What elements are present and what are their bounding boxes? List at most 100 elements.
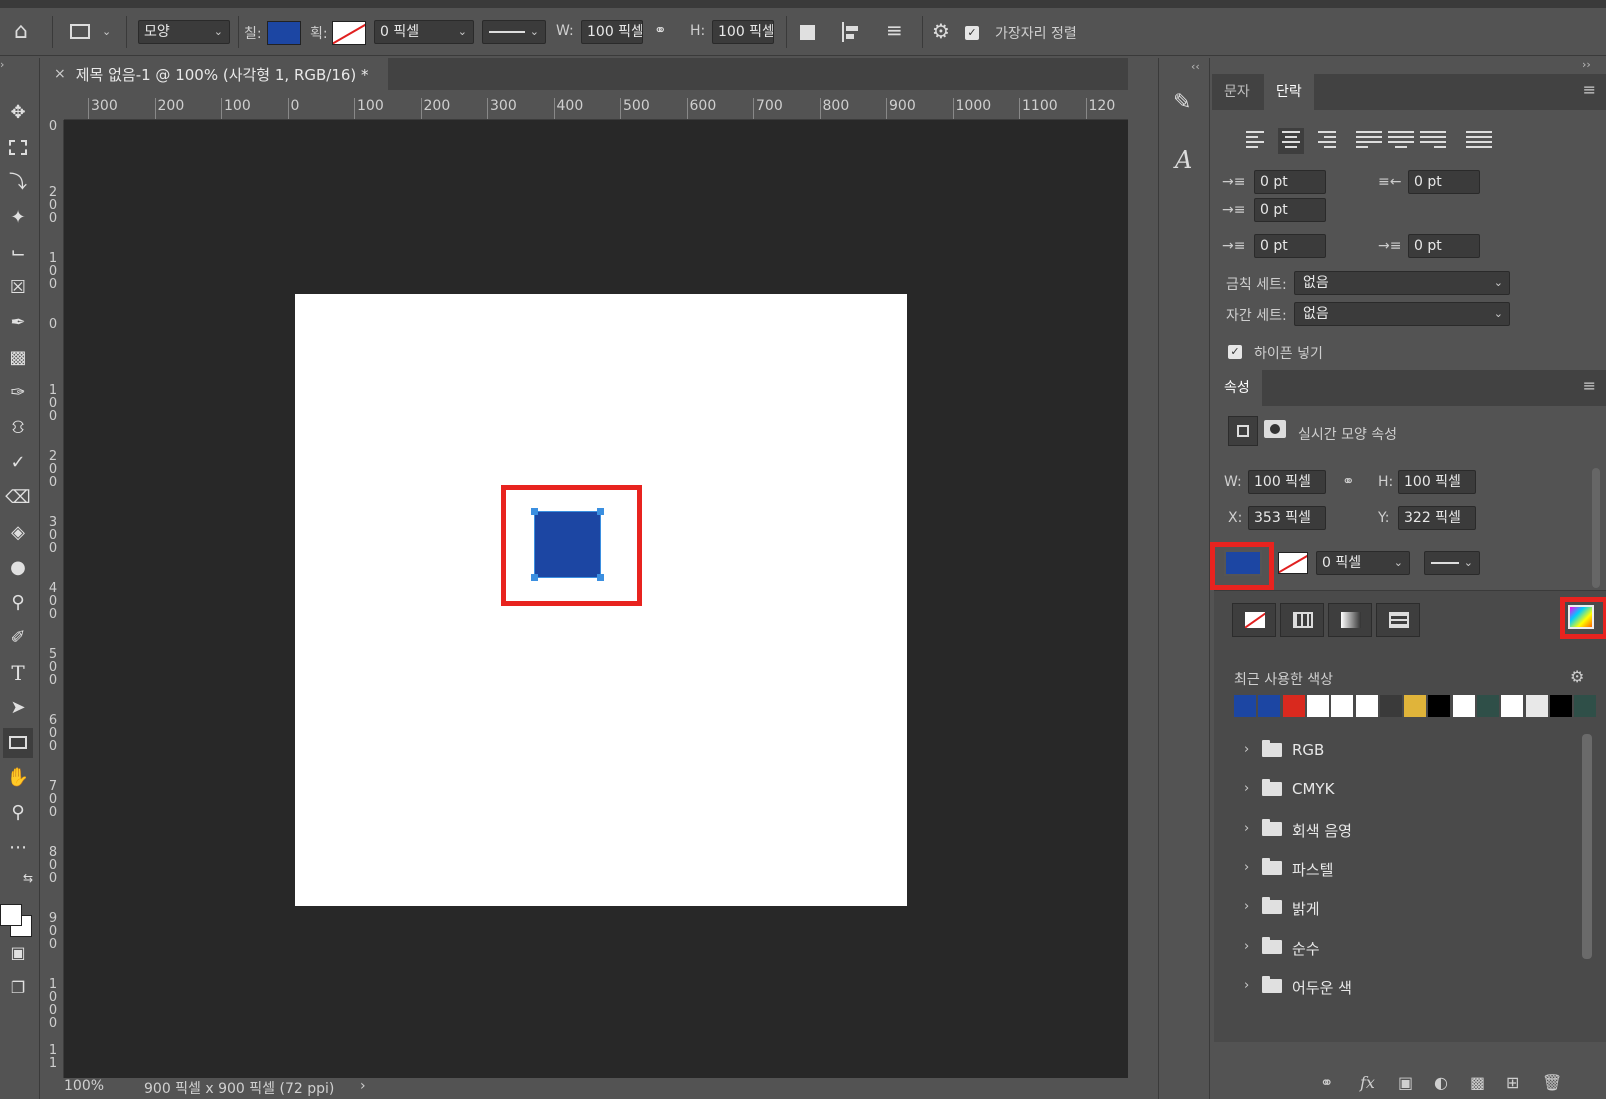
panel-menu-icon[interactable]: ≡ <box>1583 80 1596 99</box>
paint-bucket-tool-icon[interactable]: ◈ <box>3 518 33 548</box>
swatch-folder[interactable]: › CMYK <box>1232 770 1572 810</box>
quick-mask-icon[interactable]: ▣ <box>3 938 33 968</box>
hand-tool-icon[interactable]: ✋ <box>3 763 33 793</box>
kinsoku-select[interactable]: 없음 ⌄ <box>1294 271 1510 295</box>
path-operations-icon[interactable] <box>800 25 815 40</box>
tab-character[interactable]: 문자 <box>1212 74 1262 110</box>
tab-paragraph[interactable]: 단락 <box>1264 74 1314 110</box>
brush-tool-icon[interactable]: ✑ <box>3 378 33 408</box>
fill-color-swatch[interactable] <box>267 21 301 45</box>
trash-icon[interactable]: 🗑 <box>1542 1073 1562 1092</box>
panel-menu-icon[interactable]: ≡ <box>1583 376 1596 395</box>
brush-settings-icon[interactable]: ✎ <box>1173 90 1191 115</box>
recent-swatch[interactable] <box>1404 695 1427 717</box>
new-group-icon[interactable]: ▩ <box>1470 1073 1485 1092</box>
chevron-right-icon[interactable]: › <box>1244 781 1249 796</box>
swatch-folder[interactable]: › 파스텔 <box>1232 849 1572 888</box>
recent-swatch[interactable] <box>1501 695 1524 717</box>
link-icon[interactable]: ⚭ <box>1342 472 1355 490</box>
blur-tool-icon[interactable]: ● <box>3 553 33 583</box>
adjustment-layer-icon[interactable]: ◐ <box>1434 1073 1448 1092</box>
hyphenate-checkbox[interactable]: ✓ <box>1228 345 1242 359</box>
justify-last-center-button[interactable] <box>1388 128 1414 154</box>
gear-icon[interactable]: ⚙ <box>932 21 950 41</box>
fx-icon[interactable]: fx <box>1360 1073 1375 1092</box>
recent-swatch[interactable] <box>1258 695 1281 717</box>
rectangle-tool-icon[interactable] <box>3 728 33 758</box>
recent-swatch[interactable] <box>1574 695 1597 717</box>
align-left-button[interactable] <box>1246 128 1272 154</box>
dodge-tool-icon[interactable]: ⚲ <box>3 588 33 618</box>
swatch-folder[interactable]: › 순수 <box>1232 928 1572 967</box>
tab-properties[interactable]: 속성 <box>1212 370 1262 406</box>
tool-preset-picker[interactable]: ⌄ <box>70 22 116 44</box>
glyphs-icon[interactable]: A <box>1175 146 1192 174</box>
add-mask-icon[interactable]: ▣ <box>1398 1073 1413 1092</box>
space-after-input[interactable]: 0 pt <box>1408 234 1480 258</box>
swap-colors-icon[interactable]: ⇆ <box>3 863 33 893</box>
close-icon[interactable]: × <box>54 66 66 82</box>
tool-mode-select[interactable]: 모양 ⌄ <box>138 20 230 44</box>
height-input[interactable]: 100 픽셀 <box>712 20 774 44</box>
mask-properties-icon[interactable] <box>1264 420 1286 438</box>
scrollbar[interactable] <box>1592 468 1600 588</box>
marquee-tool-icon[interactable] <box>3 133 33 163</box>
prop-stroke-width-input[interactable]: 0 픽셀 ⌄ <box>1316 551 1410 575</box>
pen-tool-icon[interactable]: ✐ <box>3 623 33 653</box>
recent-swatch[interactable] <box>1452 695 1475 717</box>
recent-swatch[interactable] <box>1355 695 1378 717</box>
align-center-button[interactable] <box>1278 128 1304 154</box>
stroke-width-input[interactable]: 0 픽셀 ⌄ <box>374 20 474 44</box>
status-menu-icon[interactable]: › <box>360 1078 366 1094</box>
collapse-right-icon[interactable]: ›› <box>1582 58 1591 71</box>
mojikumi-select[interactable]: 없음 ⌄ <box>1294 302 1510 326</box>
history-brush-tool-icon[interactable]: ✓ <box>3 448 33 478</box>
zoom-level[interactable]: 100% <box>64 1078 104 1094</box>
no-color-button[interactable] <box>1232 603 1276 637</box>
gradient-button[interactable] <box>1328 603 1372 637</box>
path-arrangement-icon[interactable]: ≡ <box>886 20 903 40</box>
chevron-right-icon[interactable]: › <box>1244 939 1249 954</box>
recent-swatch[interactable] <box>1379 695 1402 717</box>
prop-height-input[interactable]: 100 픽셀 <box>1398 470 1476 494</box>
link-layers-icon[interactable]: ⚭ <box>1320 1073 1333 1092</box>
swatch-folder[interactable]: › 밝게 <box>1232 888 1572 928</box>
move-tool-icon[interactable]: ✥ <box>3 98 33 128</box>
chevron-right-icon[interactable]: › <box>1244 978 1249 993</box>
prop-x-input[interactable]: 353 픽셀 <box>1248 506 1326 530</box>
recent-swatch[interactable] <box>1282 695 1305 717</box>
path-selection-tool-icon[interactable]: ➤ <box>3 693 33 723</box>
recent-swatch[interactable] <box>1477 695 1499 717</box>
foreground-color-swatch[interactable] <box>0 904 22 926</box>
pattern-button[interactable] <box>1376 603 1420 637</box>
link-icon[interactable]: ⚭ <box>654 23 667 38</box>
eraser-tool-icon[interactable]: ⌫ <box>3 483 33 513</box>
screen-mode-icon[interactable]: ❐ <box>3 973 33 1003</box>
justify-all-button[interactable] <box>1466 128 1492 154</box>
chevron-right-icon[interactable]: › <box>1244 821 1249 836</box>
indent-first-line-input[interactable]: 0 pt <box>1254 198 1326 222</box>
frame-tool-icon[interactable]: ☒ <box>3 273 33 303</box>
chevron-right-icon[interactable]: › <box>1244 860 1249 875</box>
home-icon[interactable]: ⌂ <box>14 21 28 43</box>
zoom-tool-icon[interactable]: ⚲ <box>3 798 33 828</box>
chevron-right-icon[interactable]: › <box>1244 742 1249 757</box>
new-layer-icon[interactable]: ⊞ <box>1506 1073 1519 1092</box>
prop-width-input[interactable]: 100 픽셀 <box>1248 470 1326 494</box>
width-input[interactable]: 100 픽셀 <box>581 20 643 44</box>
shape-properties-icon[interactable] <box>1228 416 1258 446</box>
recent-swatch[interactable] <box>1234 695 1256 717</box>
scrollbar[interactable] <box>1582 734 1592 959</box>
type-tool-icon[interactable]: T <box>3 658 33 688</box>
stroke-none-swatch[interactable] <box>332 21 366 45</box>
indent-left-input[interactable]: 0 pt <box>1254 170 1326 194</box>
stamp-tool-icon[interactable]: ⛻ <box>3 413 33 443</box>
chevron-right-icon[interactable]: › <box>1244 899 1249 914</box>
align-edges-checkbox[interactable]: ✓ <box>965 26 979 40</box>
justify-last-right-button[interactable] <box>1420 128 1446 154</box>
collapse-left-icon[interactable]: › <box>0 58 4 71</box>
crop-tool-icon[interactable]: ⌙ <box>3 238 33 268</box>
swatch-folder[interactable]: › RGB <box>1232 731 1572 770</box>
space-before-input[interactable]: 0 pt <box>1254 234 1326 258</box>
document-tab[interactable]: × 제목 없음-1 @ 100% (사각형 1, RGB/16) * <box>42 58 388 90</box>
